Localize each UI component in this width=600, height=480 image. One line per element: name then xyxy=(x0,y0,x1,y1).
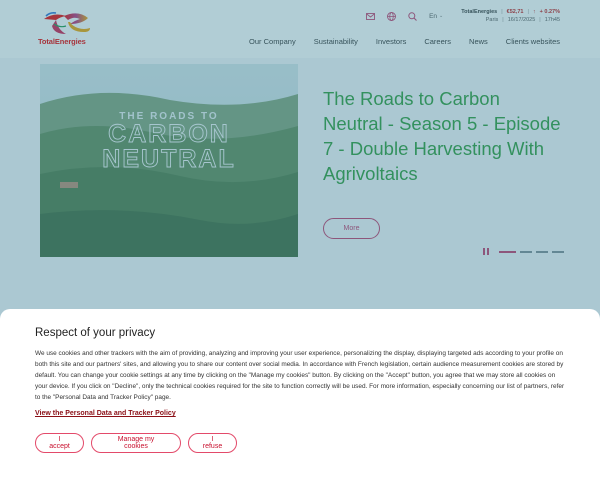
cookie-title: Respect of your privacy xyxy=(35,327,156,339)
privacy-policy-link[interactable]: View the Personal Data and Tracker Polic… xyxy=(35,410,176,417)
refuse-cookies-button[interactable]: I refuse xyxy=(188,433,237,453)
cookie-consent-panel: Respect of your privacy We use cookies a… xyxy=(0,309,600,480)
accept-cookies-button[interactable]: I accept xyxy=(35,433,84,453)
cookie-body: We use cookies and other trackers with t… xyxy=(35,350,565,401)
manage-cookies-button[interactable]: Manage my cookies xyxy=(91,433,181,453)
cookie-actions: I accept Manage my cookies I refuse xyxy=(35,433,237,453)
